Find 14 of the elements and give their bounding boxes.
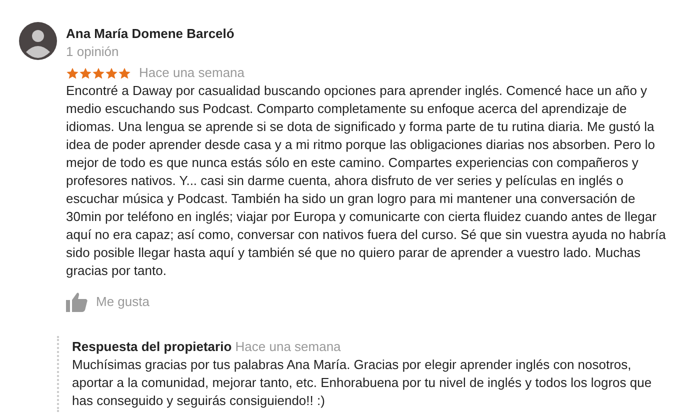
reply-title: Respuesta del propietario: [72, 339, 232, 354]
review-time: Hace una semana: [139, 64, 245, 82]
star-icon: [79, 66, 92, 80]
reply-text: Muchísimas gracias por tus palabras Ana María. Gracias por elegir aprender inglés con nosotros, aportar a la comunidad, mejorar tanto, etc. Enhorabuena por tu nivel de inglés y todos los logros que has conseguido y seguirás consiguiendo!! :): [72, 356, 653, 410]
star-icon: [66, 66, 79, 80]
thumbs-up-icon: [66, 292, 88, 312]
avatar-icon: [19, 22, 57, 60]
star-icon: [92, 66, 105, 80]
author-name[interactable]: Ana María Domene Barceló: [66, 25, 672, 43]
star-icon: [118, 66, 131, 80]
star-icon: [105, 66, 118, 80]
review-count: 1 opinión: [66, 43, 120, 61]
review-text: Encontré a Daway por casualidad buscando opciones para aprender inglés. Comencé hace un año y medio escuchando sus Podcast. Comparto completamente su enfoque acerca del aprendizaje de idiomas. Una lengua se aprende si se dota de significado y forma parte de tu rutina diaria. Me gustó la idea de poder aprender desde casa y a mi ritmo porque las obligaciones diarias nos absorben. Pero lo mejor de todo es que nunca estás sólo en este camino. Compartes experiencias con compañeros y profesores nativos. Y... casi sin darme cuenta, ahora disfruto de ver series y películas en inglés o escuchar música y Podcast. También ha sido un gran logro para mi mantener una conversación de 30min por teléfono en inglés; viajar por Europa y comunicarte con cierta fluidez cuando antes de llegar aquí no era capaz; así como, conversar con nativos fuera del curso. Sé que sin vuestra ayuda no habría sido posible llegar hasta aquí y también sé que no quiero parar de aprender a vuestro lado. Muchas gracias por tanto.: [66, 82, 667, 280]
reply-time: Hace una semana: [235, 339, 341, 354]
